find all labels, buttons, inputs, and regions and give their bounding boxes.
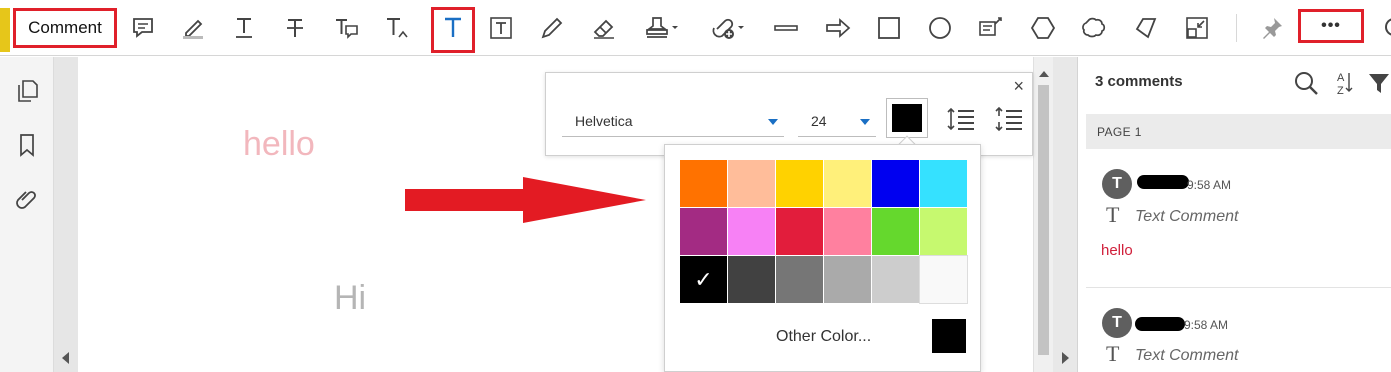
scroll-thumb[interactable] <box>1038 85 1049 355</box>
comments-panel: 3 comments AZ PAGE 1 T 9:58 AM T Text Co… <box>1079 57 1391 372</box>
toolbar-separator <box>1236 14 1237 42</box>
color-swatch[interactable] <box>824 208 871 255</box>
document-left-gutter <box>54 57 78 372</box>
collapse-right-arrow-icon[interactable] <box>1062 352 1069 364</box>
text-comment-type-icon: T <box>1106 341 1120 366</box>
comment-divider <box>1086 287 1391 288</box>
bookmark-icon[interactable] <box>13 131 41 159</box>
color-swatch[interactable] <box>872 160 919 207</box>
comment-time: 9:58 AM <box>1184 318 1229 332</box>
toolbar-accent-strip <box>0 8 10 52</box>
scroll-up-arrow-icon[interactable] <box>1039 71 1049 77</box>
checkmark-icon: ✓ <box>694 266 713 292</box>
color-swatch[interactable] <box>776 208 823 255</box>
stamp-icon[interactable] <box>640 12 684 44</box>
collapse-left-arrow-icon[interactable] <box>62 352 69 364</box>
svg-text:Z: Z <box>1337 85 1344 96</box>
search-icon[interactable] <box>1293 70 1319 96</box>
polygon-line-icon[interactable] <box>1130 12 1162 44</box>
font-family-value: Helvetica <box>575 113 633 129</box>
text-callout-icon[interactable] <box>975 12 1007 44</box>
color-swatch[interactable] <box>872 208 919 255</box>
pencil-icon[interactable] <box>536 12 568 44</box>
chevron-down-icon <box>768 119 778 125</box>
text-color-button[interactable] <box>886 98 928 138</box>
avatar: T <box>1102 308 1132 338</box>
page-label: PAGE 1 <box>1097 125 1142 139</box>
pin-icon[interactable] <box>1256 12 1288 44</box>
doc-text-hello[interactable]: hello <box>243 125 315 164</box>
red-pointer-arrow-icon <box>405 177 646 223</box>
rectangle-icon[interactable] <box>873 12 905 44</box>
filter-icon[interactable] <box>1367 70 1391 96</box>
document-right-gutter <box>1053 57 1078 372</box>
color-swatch[interactable] <box>919 255 968 304</box>
strikethrough-icon[interactable] <box>279 12 311 44</box>
arrow-icon[interactable] <box>822 12 854 44</box>
current-color-swatch <box>892 104 922 132</box>
author-name-redacted <box>1137 175 1189 189</box>
cloud-icon[interactable] <box>1078 12 1110 44</box>
replace-text-icon[interactable] <box>330 12 362 44</box>
comments-header: 3 comments AZ <box>1079 57 1391 109</box>
sort-az-icon[interactable]: AZ <box>1333 70 1355 97</box>
color-swatch[interactable] <box>728 160 775 207</box>
polygon-icon[interactable] <box>1027 12 1059 44</box>
insert-text-icon[interactable] <box>381 12 413 44</box>
other-color-swatch[interactable] <box>932 319 966 353</box>
color-palette: ✓ Other Color... <box>664 144 981 372</box>
text-comment-type-icon: T <box>1106 202 1120 227</box>
author-name-redacted <box>1135 317 1185 331</box>
color-swatch[interactable] <box>872 256 919 303</box>
attachment-icon[interactable] <box>13 185 41 213</box>
eraser-icon[interactable] <box>588 12 620 44</box>
color-swatch[interactable] <box>824 256 871 303</box>
sticky-note-icon[interactable] <box>127 12 159 44</box>
oval-icon[interactable] <box>924 12 956 44</box>
comment-type-label: Text Comment <box>1135 208 1239 225</box>
comment-tool-label[interactable]: Comment <box>13 8 117 48</box>
color-swatch[interactable] <box>776 256 823 303</box>
doc-text-hi[interactable]: Hi <box>334 279 366 318</box>
color-swatch[interactable]: ✓ <box>680 256 727 303</box>
font-family-dropdown[interactable]: Helvetica <box>562 107 784 137</box>
pages-icon[interactable] <box>13 77 41 105</box>
chevron-down-icon <box>860 119 870 125</box>
color-swatch[interactable] <box>728 208 775 255</box>
paragraph-spacing-icon[interactable] <box>994 106 1024 132</box>
overflow-partial-icon <box>1385 18 1391 36</box>
line-spacing-icon[interactable] <box>946 106 976 132</box>
comment-toolbar: Comment ••• <box>0 0 1391 56</box>
color-swatch[interactable] <box>680 160 727 207</box>
font-size-value: 24 <box>811 113 827 129</box>
color-swatch[interactable] <box>920 208 967 255</box>
svg-text:A: A <box>1337 72 1345 84</box>
underline-text-icon[interactable] <box>228 12 260 44</box>
document-vertical-scrollbar[interactable] <box>1033 57 1053 372</box>
avatar: T <box>1102 169 1132 199</box>
color-grid: ✓ <box>680 160 968 304</box>
line-icon[interactable] <box>770 12 802 44</box>
shrink-icon[interactable] <box>1181 12 1213 44</box>
more-tools-button[interactable]: ••• <box>1298 9 1364 43</box>
other-color-label[interactable]: Other Color... <box>776 328 871 346</box>
comment-time: 9:58 AM <box>1187 178 1232 192</box>
page-group-header[interactable]: PAGE 1 <box>1086 114 1391 149</box>
attach-file-icon[interactable] <box>706 12 750 44</box>
highlight-icon[interactable] <box>177 12 209 44</box>
comments-count: 3 comments <box>1095 73 1183 90</box>
color-swatch[interactable] <box>920 160 967 207</box>
color-swatch[interactable] <box>680 208 727 255</box>
color-swatch[interactable] <box>776 160 823 207</box>
left-navigation-rail <box>0 57 54 372</box>
add-text-comment-icon[interactable] <box>437 12 469 44</box>
color-swatch[interactable] <box>824 160 871 207</box>
comment-body: hello <box>1101 242 1133 259</box>
text-box-icon[interactable] <box>485 12 517 44</box>
font-size-dropdown[interactable]: 24 <box>798 107 876 137</box>
comment-type-label: Text Comment <box>1135 347 1239 364</box>
color-swatch[interactable] <box>728 256 775 303</box>
close-icon[interactable]: × <box>1013 77 1024 95</box>
